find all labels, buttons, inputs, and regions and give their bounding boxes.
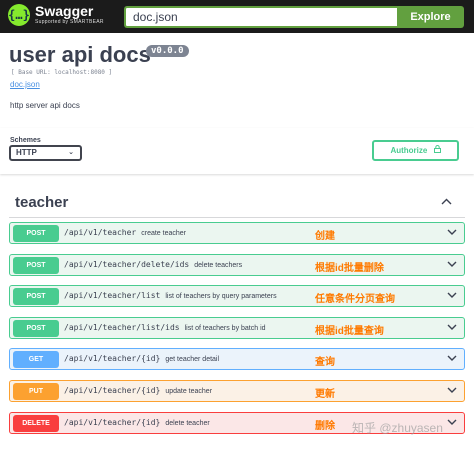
- operation-summary: get teacher detail: [165, 356, 220, 363]
- operation-note: 根据id批量删除: [315, 263, 384, 274]
- chevron-down-icon: [447, 385, 457, 396]
- operation-path: /api/v1/teacher create teacher: [64, 228, 186, 237]
- path-text: /api/v1/teacher/{id}: [64, 386, 161, 395]
- doc-link[interactable]: doc.json: [10, 80, 40, 89]
- schemes-container: Schemes HTTP ⌄ Authorize: [0, 128, 474, 174]
- chevron-down-icon: ⌄: [68, 149, 74, 156]
- method-badge: DELETE: [13, 415, 59, 432]
- swagger-logo[interactable]: {…} Swagger Supported by SMARTBEAR: [8, 4, 104, 26]
- watermark: 知乎 @zhuyasen: [352, 421, 443, 435]
- chevron-down-icon: [447, 417, 457, 428]
- operation-note: 根据id批量查询: [315, 326, 384, 337]
- top-bar: {…} Swagger Supported by SMARTBEAR doc.j…: [0, 0, 474, 33]
- operation-path: /api/v1/teacher/delete/ids delete teacher…: [64, 260, 242, 269]
- operation-row[interactable]: POST /api/v1/teacher create teacher 创建: [9, 222, 465, 244]
- operation-summary: create teacher: [141, 230, 186, 237]
- logo-title: Swagger: [35, 3, 94, 19]
- spec-url-input[interactable]: doc.json: [124, 6, 397, 28]
- operation-note: 任意条件分页查询: [315, 294, 395, 305]
- lock-icon: [433, 145, 441, 155]
- operation-path: /api/v1/teacher/list/ids list of teachers…: [64, 323, 266, 332]
- path-text: /api/v1/teacher: [64, 228, 137, 237]
- chevron-down-icon: [447, 259, 457, 270]
- operation-summary: list of teachers by query parameters: [165, 293, 277, 300]
- path-text: /api/v1/teacher/delete/ids: [64, 260, 190, 269]
- operation-summary: delete teachers: [194, 262, 243, 269]
- tag-title: teacher: [15, 194, 69, 211]
- schemes-label: Schemes: [10, 137, 41, 144]
- scheme-select[interactable]: HTTP ⌄: [9, 145, 82, 161]
- operation-row[interactable]: POST /api/v1/teacher/delete/ids delete te…: [9, 254, 465, 276]
- operation-note: 更新: [315, 389, 335, 400]
- operation-summary: list of teachers by batch id: [184, 325, 266, 332]
- method-badge: POST: [13, 288, 59, 305]
- operation-path: /api/v1/teacher/{id} get teacher detail: [64, 354, 219, 363]
- version-badge: v0.0.0: [146, 45, 189, 57]
- chevron-up-icon: [441, 197, 452, 208]
- operation-path: /api/v1/teacher/list list of teachers by …: [64, 291, 277, 300]
- operation-path: /api/v1/teacher/{id} delete teacher: [64, 418, 210, 427]
- path-text: /api/v1/teacher/list: [64, 291, 161, 300]
- operation-row[interactable]: POST /api/v1/teacher/list/ids list of tea…: [9, 317, 465, 339]
- operation-summary: update teacher: [165, 388, 213, 395]
- page-title: user api docs: [9, 42, 151, 67]
- authorize-label: Authorize: [390, 146, 428, 155]
- chevron-down-icon: [447, 290, 457, 301]
- chevron-down-icon: [447, 322, 457, 333]
- chevron-down-icon: [447, 227, 457, 238]
- method-badge: GET: [13, 351, 59, 368]
- explore-button[interactable]: Explore: [397, 6, 464, 28]
- operation-note: 创建: [315, 231, 335, 242]
- base-url: [ Base URL: localhost:8080 ]: [11, 69, 113, 76]
- authorize-button[interactable]: Authorize: [372, 140, 459, 161]
- path-text: /api/v1/teacher/list/ids: [64, 323, 180, 332]
- operation-note: 查询: [315, 357, 335, 368]
- api-description: http server api docs: [10, 101, 80, 110]
- logo-subtitle: Supported by SMARTBEAR: [35, 19, 104, 25]
- operation-row[interactable]: PUT /api/v1/teacher/{id} update teacher 更…: [9, 380, 465, 402]
- method-badge: PUT: [13, 383, 59, 400]
- operation-row[interactable]: POST /api/v1/teacher/list list of teacher…: [9, 285, 465, 307]
- method-badge: POST: [13, 225, 59, 242]
- operation-note: 删除: [315, 421, 335, 432]
- method-badge: POST: [13, 320, 59, 337]
- path-text: /api/v1/teacher/{id}: [64, 418, 161, 427]
- swagger-logo-icon: {…}: [8, 4, 30, 26]
- chevron-down-icon: [447, 353, 457, 364]
- method-badge: POST: [13, 257, 59, 274]
- path-text: /api/v1/teacher/{id}: [64, 354, 161, 363]
- scheme-selected-value: HTTP: [16, 148, 37, 157]
- tag-header-teacher[interactable]: teacher: [9, 188, 465, 218]
- operation-summary: delete teacher: [165, 420, 210, 427]
- operation-row[interactable]: GET /api/v1/teacher/{id} get teacher deta…: [9, 348, 465, 370]
- operation-path: /api/v1/teacher/{id} update teacher: [64, 386, 212, 395]
